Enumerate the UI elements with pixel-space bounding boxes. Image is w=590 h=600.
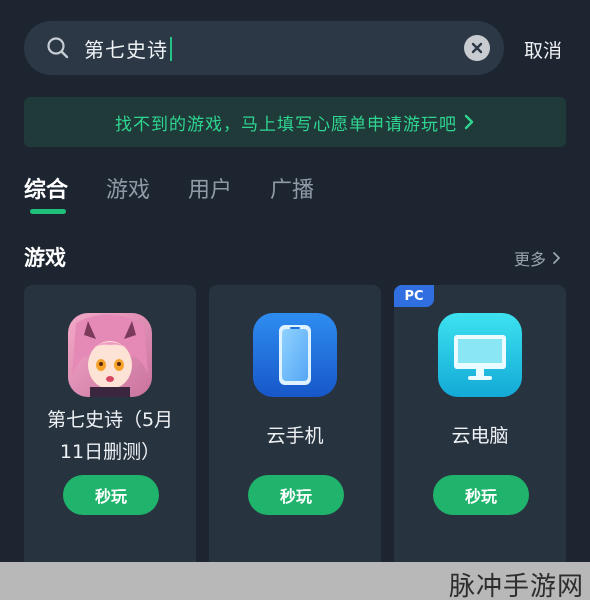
instant-play-button[interactable]: 秒玩 [248, 475, 344, 515]
tab-label: 用户 [188, 178, 233, 203]
instant-play-button[interactable]: 秒玩 [63, 475, 159, 515]
tab-label: 游戏 [106, 178, 151, 203]
tab-label: 广播 [270, 178, 315, 203]
cloud-phone-name: 云手机 [266, 425, 324, 447]
cloud-pc-icon [438, 313, 522, 397]
search-icon [47, 37, 69, 59]
more-label: 更多 [514, 250, 547, 269]
chevron-right-icon [553, 252, 560, 264]
tab-broadcast[interactable]: 广播 [270, 172, 314, 222]
clear-search-button[interactable] [464, 35, 490, 61]
active-tab-indicator [30, 209, 66, 214]
search-query[interactable]: 第七史诗 [84, 34, 172, 63]
game-name-line1: 第七史诗（5月 [46, 409, 174, 431]
more-link[interactable]: 更多 [514, 246, 561, 270]
watermark-text: 脉冲手游网 [448, 572, 584, 600]
section-title: 游戏 [24, 246, 66, 270]
tab-games[interactable]: 游戏 [106, 172, 150, 222]
cloud-pc-name: 云电脑 [451, 425, 509, 447]
cloud-phone-card[interactable]: 云手机 秒玩 [209, 285, 381, 585]
text-caret [170, 36, 172, 61]
tab-bar: 综合 游戏 用户 广播 [24, 172, 352, 222]
pc-badge: PC [394, 285, 434, 307]
game-character-icon [68, 313, 152, 397]
instant-play-button[interactable]: 秒玩 [433, 475, 529, 515]
wishlist-banner[interactable]: 找不到的游戏，马上填写心愿单申请游玩吧 [24, 97, 566, 147]
tab-overall[interactable]: 综合 [24, 172, 68, 222]
game-name-line2: 11日删测） [59, 441, 161, 463]
chevron-right-icon [464, 114, 474, 130]
cloud-phone-icon [253, 313, 337, 397]
tab-users[interactable]: 用户 [188, 172, 232, 222]
search-input[interactable]: 第七史诗 [24, 21, 504, 75]
watermark-strip: 脉冲手游网 [0, 562, 590, 600]
wishlist-banner-text: 找不到的游戏，马上填写心愿单申请游玩吧 [115, 114, 457, 135]
tab-label: 综合 [24, 178, 69, 203]
game-card[interactable]: 第七史诗（5月 11日删测） 秒玩 [24, 285, 196, 585]
close-icon [471, 42, 483, 54]
cloud-pc-card[interactable]: PC 云电脑 秒玩 [394, 285, 566, 585]
cancel-button[interactable]: 取消 [524, 36, 562, 63]
